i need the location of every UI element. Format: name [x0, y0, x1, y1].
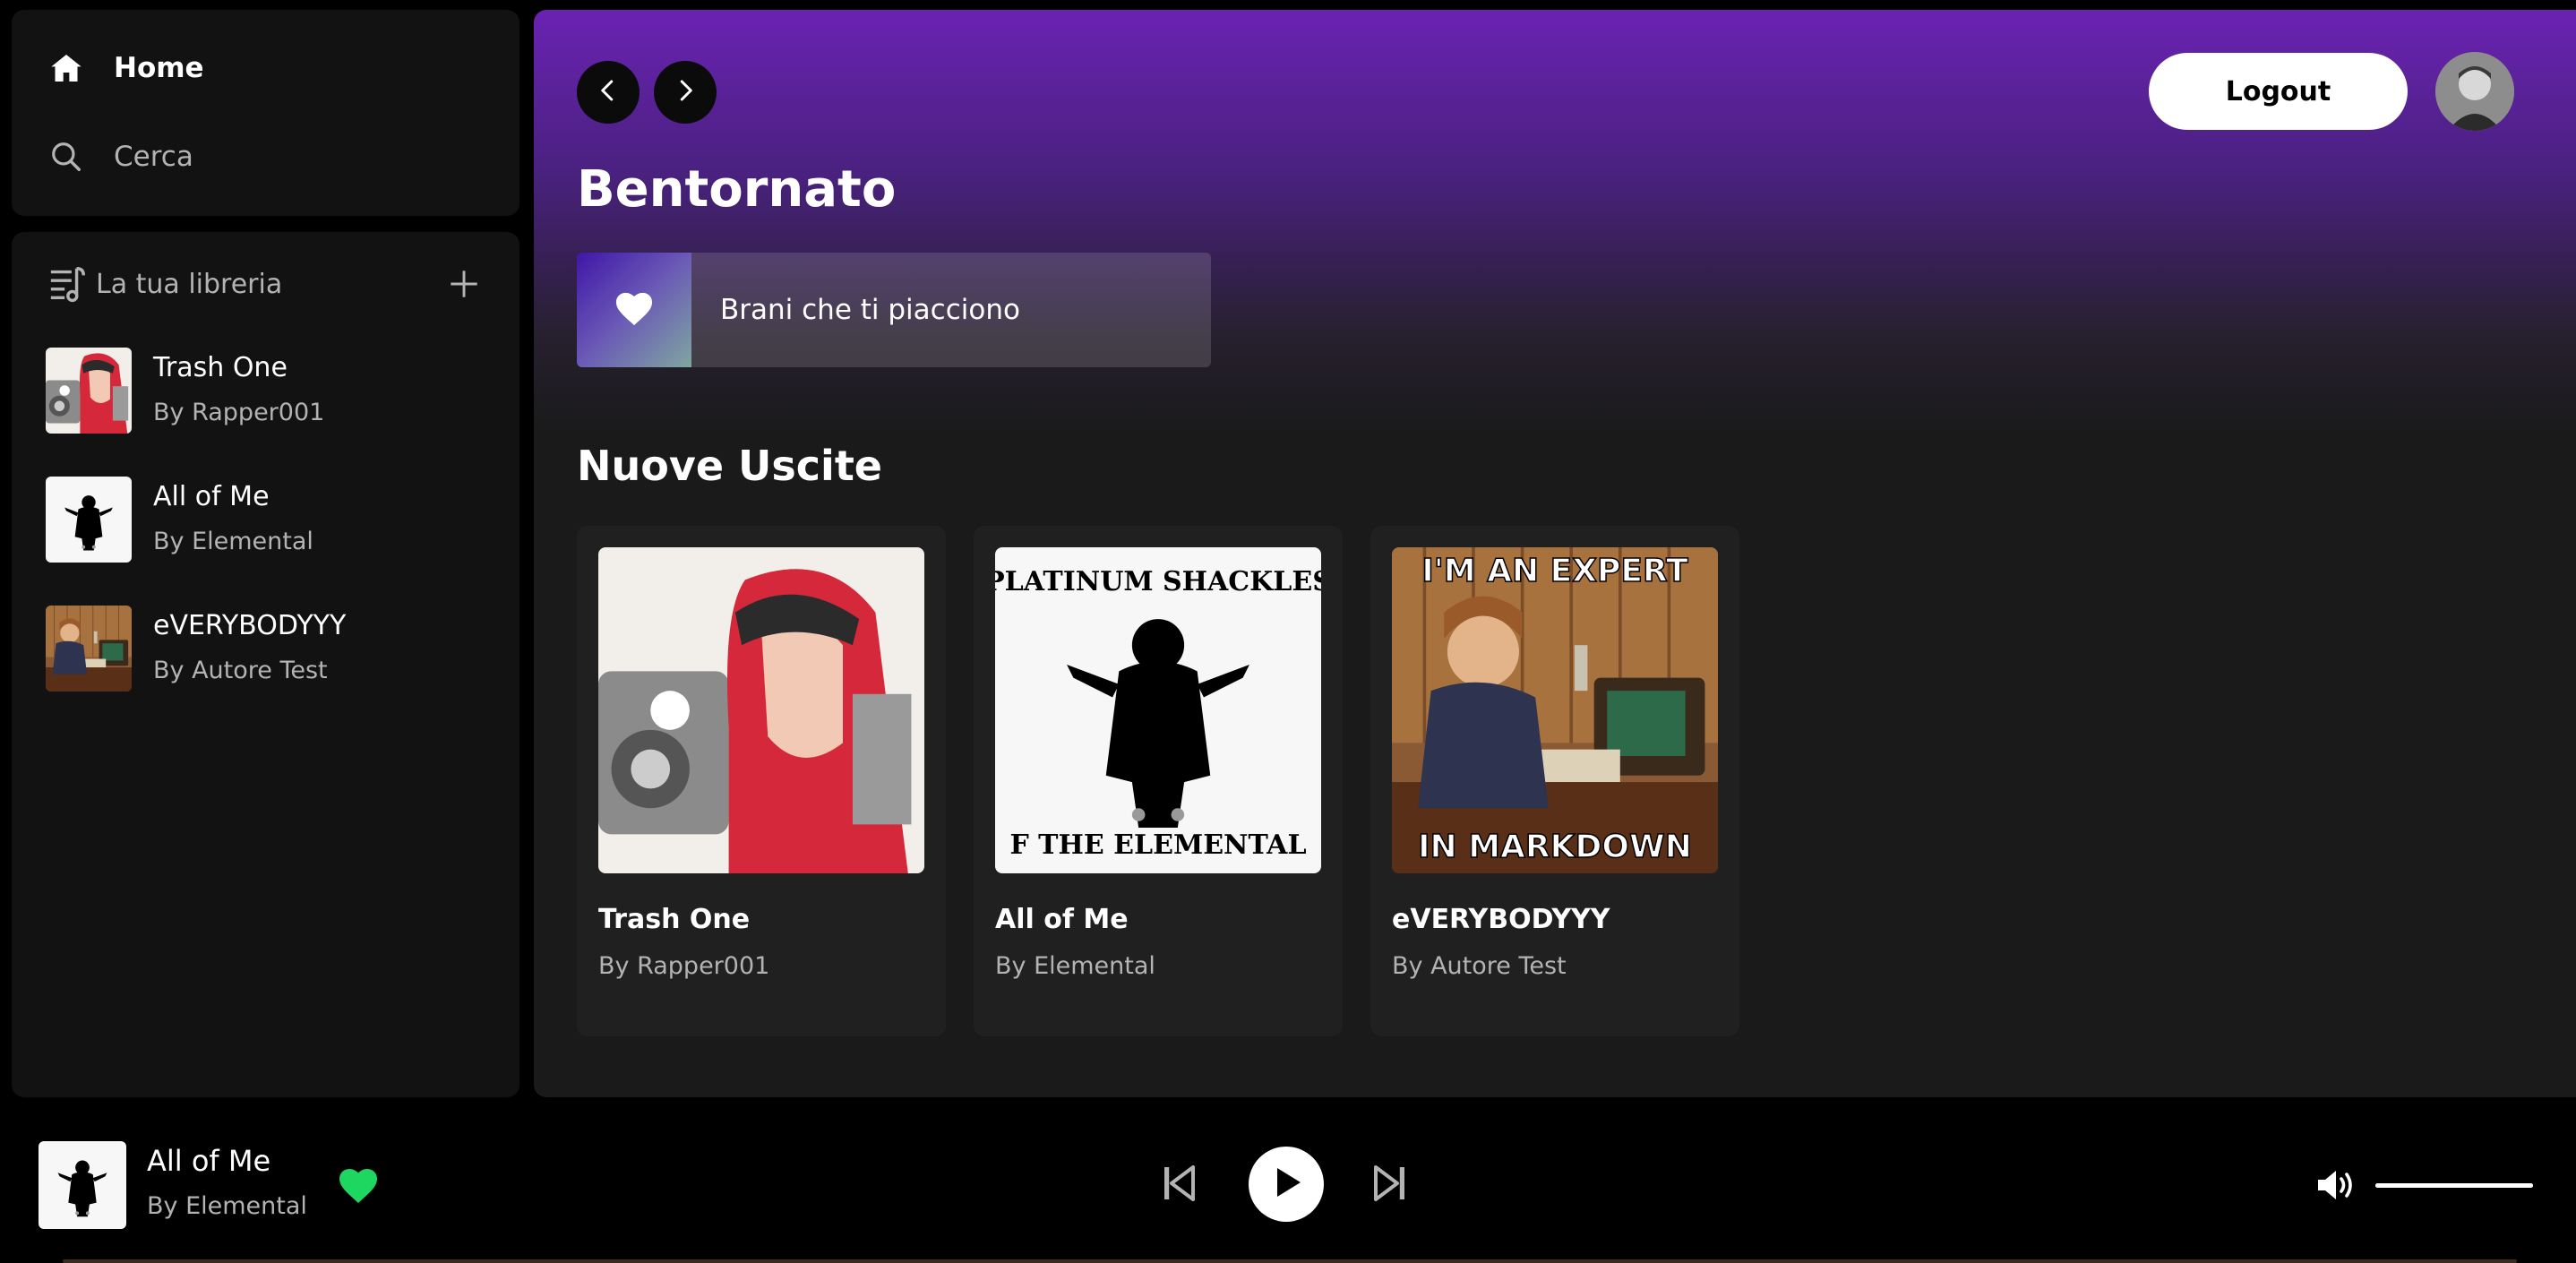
heart-icon — [337, 1169, 380, 1208]
now-playing-artist: By Elemental — [147, 1192, 307, 1220]
back-button[interactable] — [577, 61, 640, 124]
sidebar-item-label: Cerca — [114, 141, 193, 173]
skip-forward-icon — [1372, 1164, 1408, 1207]
search-icon — [47, 138, 85, 176]
liked-songs-cover — [577, 253, 691, 367]
play-button[interactable] — [1249, 1147, 1324, 1222]
volume-level — [2375, 1183, 2533, 1188]
sidebar-item-home[interactable]: Home — [47, 41, 204, 95]
logout-button[interactable]: Logout — [2149, 53, 2408, 130]
section-title: Nuove Uscite — [577, 442, 883, 490]
library-item-artist: By Rapper001 — [153, 399, 325, 426]
previous-button[interactable] — [1160, 1165, 1198, 1205]
album-card-title: eVERYBODYYY — [1392, 904, 1610, 935]
chevron-left-icon — [595, 77, 622, 107]
now-playing-thumbnail — [39, 1141, 126, 1229]
album-card-artist: By Elemental — [995, 952, 1155, 980]
album-thumbnail — [46, 348, 132, 434]
sidebar-item-search[interactable]: Cerca — [47, 130, 193, 184]
album-thumbnail — [46, 477, 132, 563]
forward-button[interactable] — [654, 61, 717, 124]
album-thumbnail — [46, 606, 132, 692]
library-item[interactable]: Trash One By Rapper001 — [46, 341, 494, 440]
library-item-title: Trash One — [153, 352, 288, 383]
sidebar-nav: Home Cerca — [12, 10, 519, 216]
liked-songs-label: Brani che ti piacciono — [720, 294, 1020, 326]
library-header[interactable]: La tua libreria — [47, 259, 484, 309]
library-item[interactable]: eVERYBODYYY By Autore Test — [46, 599, 494, 698]
skip-back-icon — [1161, 1164, 1197, 1207]
window-bottom-edge — [63, 1259, 2517, 1263]
home-icon — [47, 49, 85, 87]
player-bar: All of Me By Elemental — [0, 1097, 2576, 1263]
art-caption-top: PLATINUM SHACKLES — [995, 566, 1321, 597]
library-item-title: All of Me — [153, 481, 270, 512]
avatar[interactable] — [2435, 52, 2514, 131]
library-item-artist: By Autore Test — [153, 657, 328, 684]
art-caption-top: I'M AN EXPERT — [1421, 553, 1688, 589]
album-card[interactable]: I'M AN EXPERT IN MARKDOWN eVERYBODYYY By… — [1370, 526, 1739, 1036]
art-caption-bottom: F THE ELEMENTAL — [1009, 829, 1306, 861]
library-title: La tua libreria — [96, 268, 283, 300]
like-button[interactable] — [337, 1165, 380, 1205]
volume-icon[interactable] — [2314, 1165, 2357, 1205]
sidebar-item-label: Home — [114, 52, 204, 84]
library-item[interactable]: All of Me By Elemental — [46, 470, 494, 569]
album-card-artist: By Rapper001 — [598, 952, 770, 980]
page-title: Bentornato — [577, 160, 897, 219]
album-card[interactable]: PLATINUM SHACKLES F THE ELEMENTAL All of… — [974, 526, 1343, 1036]
library-panel: La tua libreria Trash One By Rapper001 A… — [12, 232, 519, 1097]
volume-slider[interactable] — [2375, 1183, 2533, 1188]
app-root: Home Cerca La tua libreria Trash One By … — [0, 0, 2576, 1263]
play-icon — [1268, 1164, 1304, 1204]
album-card-artist: By Autore Test — [1392, 952, 1567, 980]
album-art: PLATINUM SHACKLES F THE ELEMENTAL — [995, 547, 1321, 873]
liked-songs-shortcut[interactable]: Brani che ti piacciono — [577, 253, 1211, 367]
library-item-title: eVERYBODYYY — [153, 610, 347, 641]
album-art: I'M AN EXPERT IN MARKDOWN — [1392, 547, 1718, 873]
plus-icon[interactable] — [444, 264, 484, 304]
chevron-right-icon — [672, 77, 699, 107]
album-card-title: All of Me — [995, 904, 1129, 935]
next-button[interactable] — [1371, 1165, 1409, 1205]
heart-icon — [614, 289, 655, 331]
album-card-title: Trash One — [598, 904, 751, 935]
library-icon — [47, 263, 89, 305]
library-item-artist: By Elemental — [153, 528, 313, 555]
album-card[interactable]: Trash One By Rapper001 — [577, 526, 946, 1036]
main-content: Logout Bentornato Brani che ti piacciono… — [534, 10, 2576, 1097]
art-caption-bottom: IN MARKDOWN — [1418, 829, 1692, 865]
now-playing-title: All of Me — [147, 1144, 271, 1178]
album-art — [598, 547, 924, 873]
